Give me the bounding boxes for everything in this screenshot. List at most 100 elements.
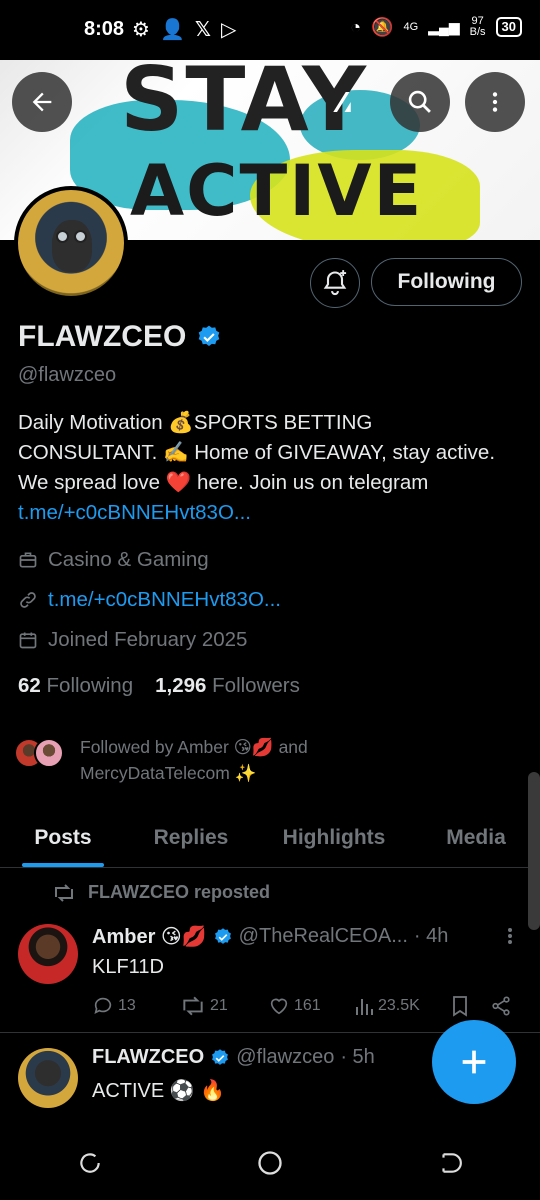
follow-stats: 62 Following 1,296 Followers [18,674,300,698]
post-time: · 4h [413,925,449,947]
repost-indicator: FLAWZCEO reposted [52,882,270,903]
status-bar: 8:08 ⚙ 👤 𝕏 ▷ ◔ 🔕 4G ▂▄▆ 97 B/s 30 [0,0,540,60]
post-text: KLF11D [92,956,164,978]
repost-count: 21 [210,997,228,1014]
following-label: Following [46,674,134,697]
profile-joined: Joined February 2025 [18,628,247,652]
verified-badge-icon[interactable] [196,324,222,350]
profile-category: Casino & Gaming [18,548,209,572]
following-stat[interactable]: 62 Following [18,674,133,698]
battery-icon: 30 [495,17,522,37]
mute-icon: 🔕 [371,16,394,37]
repost-label: FLAWZCEO reposted [88,882,271,902]
like-button[interactable]: 161 [268,995,354,1017]
followed-by[interactable]: Followed by Amber 😘💋 and MercyDataTeleco… [14,734,380,786]
profile-avatar[interactable] [14,186,128,300]
verified-badge-icon [213,927,233,947]
share-button[interactable] [490,995,512,1017]
joined-date: Joined February 2025 [48,628,248,651]
following-button[interactable]: Following [371,258,522,306]
website-link[interactable]: t.me/+c0cBNNEHvt83O... [48,588,281,612]
recent-apps-button[interactable] [77,1150,103,1181]
bookmark-button[interactable] [450,994,490,1018]
post-handle[interactable]: @TheRealCEOA... [239,925,408,948]
profile-tabs: Posts Replies Highlights Media [0,808,540,868]
heart-icon [270,998,288,1015]
post-author[interactable]: FLAWZCEO [92,1046,204,1069]
avatar-eye [56,230,69,243]
active-tab-indicator [22,863,104,867]
calendar-icon [19,632,37,649]
tab-label: Media [446,825,506,849]
bookmark-icon [453,996,467,1017]
avatar-owl-figure [52,220,92,272]
network-type: 4G [403,21,419,33]
reply-count: 13 [118,997,136,1014]
back-nav-button[interactable] [437,1150,463,1181]
signal-icon: ▂▄▆ [428,18,460,35]
search-icon [408,90,431,113]
plus-icon [462,1050,486,1074]
back-button[interactable] [12,72,72,132]
repost-button[interactable]: 21 [180,995,268,1017]
profile-bio: Daily Motivation 💰SPORTS BETTING CONSULT… [18,408,498,528]
view-count: 23.5K [378,997,420,1014]
profile-name-row: FLAWZCEO [18,320,222,354]
views-icon [356,999,373,1015]
status-right-icons: ◔ 🔕 4G ▂▄▆ 97 B/s 30 [350,16,522,38]
verified-badge-icon [210,1048,230,1068]
user-add-icon: 👤 [159,19,185,41]
post-header: Amber 😘💋 @TheRealCEOA... · 4h [92,924,448,949]
compose-button[interactable] [432,1020,516,1104]
avatar-eye [74,230,87,243]
following-count: 62 [18,674,41,697]
like-count: 161 [294,997,321,1014]
status-left-icons: ⚙ 👤 𝕏 ▷ [132,17,236,42]
tab-replies[interactable]: Replies [126,808,256,867]
home-circle-icon [258,1150,282,1175]
post-handle[interactable]: @flawzceo [236,1046,334,1069]
avatar[interactable] [18,1048,78,1108]
post-header: FLAWZCEO @flawzceo · 5h [92,1046,375,1069]
grok-button[interactable] [312,72,372,132]
reply-icon [94,997,112,1014]
category-label: Casino & Gaming [48,548,209,571]
briefcase-icon [19,552,37,568]
x-logo-icon: 𝕏 [194,19,211,41]
followers-label: Followers [212,674,300,697]
profile-name: FLAWZCEO [18,320,187,353]
grok-icon [333,92,351,112]
followers-stat[interactable]: 1,296 Followers [155,674,300,698]
network-speed: 97 B/s [470,16,486,38]
tab-media[interactable]: Media [412,808,540,867]
home-button[interactable] [256,1149,284,1182]
repost-icon [55,883,73,902]
share-icon [492,996,510,1016]
bio-text: Daily Motivation 💰SPORTS BETTING CONSULT… [18,411,496,494]
recent-apps-icon [79,1152,100,1173]
profile-website: t.me/+c0cBNNEHvt83O... [18,588,281,612]
views-button[interactable]: 23.5K [354,995,450,1017]
data-saver-icon: ◔ [350,16,362,37]
tab-highlights[interactable]: Highlights [256,808,412,867]
search-button[interactable] [390,72,450,132]
post-text: ACTIVE ⚽ 🔥 [92,1080,226,1102]
back-nav-icon [442,1152,463,1173]
tab-posts[interactable]: Posts [0,808,126,867]
tab-label: Highlights [282,825,386,849]
post-author[interactable]: Amber 😘💋 [92,924,207,949]
bell-plus-icon [323,270,347,296]
followed-by-avatars [14,738,72,768]
more-vertical-icon [508,928,512,944]
more-options-button[interactable] [465,72,525,132]
reply-button[interactable]: 13 [92,995,180,1017]
system-nav-bar [0,1130,540,1200]
bio-link[interactable]: t.me/+c0cBNNEHvt83O... [18,501,251,524]
repost-icon [183,996,203,1016]
post-more-button[interactable] [500,924,520,953]
avatar[interactable] [18,924,78,984]
avatar [34,738,64,768]
scrollbar[interactable] [528,772,540,930]
notifications-button[interactable] [310,258,360,308]
profile-handle: @flawzceo [18,364,117,386]
